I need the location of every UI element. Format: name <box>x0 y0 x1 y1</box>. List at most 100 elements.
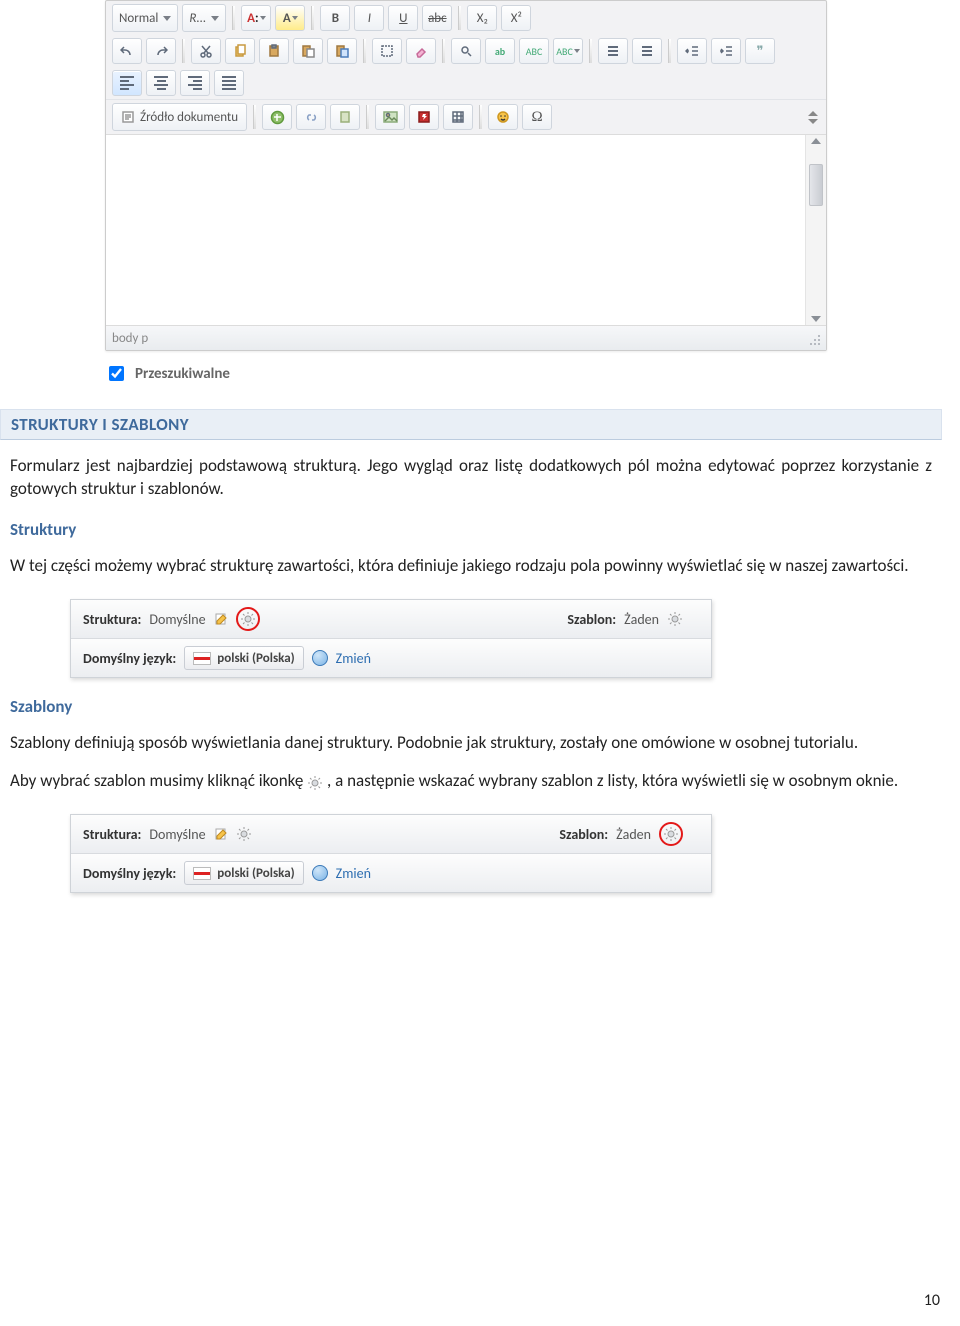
lang-value: polski (Polska) <box>217 651 294 666</box>
subhead-szablony: Szablony <box>10 696 932 717</box>
strike-button[interactable]: abc <box>422 5 452 31</box>
lang-label: Domyślny język: <box>83 650 176 667</box>
szablon-label-2: Szablon: <box>559 826 608 843</box>
paragraph-4: Aby wybrać szablon musimy kliknąć ikonkę… <box>10 769 932 792</box>
page-number: 10 <box>924 1291 940 1310</box>
toolbar-row-3 <box>106 67 826 99</box>
struktura-value-2: Domyślne <box>149 826 205 843</box>
highlight-button[interactable]: A <box>275 5 305 31</box>
panel2-row1: Struktura: Domyślne Szablon: Żaden <box>71 815 711 854</box>
textcolor-button[interactable]: A: <box>241 5 271 31</box>
scroll-down-icon[interactable] <box>811 316 821 322</box>
format-select-label: Normal <box>119 11 158 26</box>
szablon-gear-icon[interactable] <box>667 611 683 627</box>
searchable-checkbox[interactable] <box>109 366 124 381</box>
link-button[interactable] <box>262 104 292 130</box>
change-link-2[interactable]: Zmień <box>336 865 371 882</box>
szablon-label: Szablon: <box>567 611 616 628</box>
status-path: body p <box>112 331 148 346</box>
edit-icon-2[interactable] <box>214 827 228 841</box>
font-select-label: R... <box>189 11 206 26</box>
panel1-row2: Domyślny język: polski (Polska) Zmień <box>71 639 711 677</box>
scrollbar[interactable] <box>805 135 826 325</box>
editor-textarea[interactable] <box>106 134 826 325</box>
unlink-button[interactable] <box>296 104 326 130</box>
flag-pl-icon-2 <box>193 867 211 880</box>
superscript-button[interactable]: X² <box>501 5 531 31</box>
toolbar-row-4: Źródło dokumentu Ω <box>106 99 826 134</box>
underline-button[interactable]: U <box>388 5 418 31</box>
section-heading: STRUKTURY I SZABLONY <box>0 409 942 440</box>
searchable-label: Przeszukiwalne <box>135 365 230 383</box>
find-button[interactable] <box>451 38 481 64</box>
paste-button[interactable] <box>259 38 289 64</box>
italic-button[interactable]: I <box>354 5 384 31</box>
subscript-button[interactable]: X₂ <box>467 5 497 31</box>
replace-button[interactable]: ab <box>485 38 515 64</box>
panel2-row2: Domyślny język: polski (Polska) Zmień <box>71 854 711 892</box>
struktura-gear-icon-2[interactable] <box>236 826 252 842</box>
cut-button[interactable] <box>191 38 221 64</box>
align-right-button[interactable] <box>180 70 210 96</box>
toolbar-row-1: Normal R... A: A B I U abc X₂ X² <box>106 1 826 35</box>
editor-status-bar: body p <box>106 325 826 350</box>
outdent-button[interactable] <box>677 38 707 64</box>
format-select[interactable]: Normal <box>112 4 178 32</box>
structure-panel-2: Struktura: Domyślne Szablon: Żaden Domyś… <box>70 814 712 893</box>
paste-text-button[interactable] <box>293 38 323 64</box>
lang-badge-2[interactable]: polski (Polska) <box>184 861 303 885</box>
subhead-struktury: Struktury <box>10 519 932 540</box>
paragraph-2: W tej części możemy wybrać strukturę zaw… <box>10 554 932 577</box>
struktura-gear-icon[interactable] <box>236 607 260 631</box>
table-button[interactable] <box>443 104 473 130</box>
paragraph-4b: , a następnie wskazać wybrany szablon z … <box>327 770 898 791</box>
scroll-up-icon[interactable] <box>811 138 821 144</box>
struktura-label-2: Struktura: <box>83 826 141 843</box>
expand-up-icon[interactable] <box>808 111 818 116</box>
blockquote-button[interactable]: ❞ <box>745 38 775 64</box>
struktura-value: Domyślne <box>149 611 205 628</box>
szablon-gear-icon-2[interactable] <box>659 822 683 846</box>
resize-handle[interactable] <box>806 331 820 345</box>
paragraph-3: Szablony definiują sposób wyświetlania d… <box>10 731 932 754</box>
ordered-list-button[interactable] <box>598 38 628 64</box>
indent-button[interactable] <box>711 38 741 64</box>
copy-button[interactable] <box>225 38 255 64</box>
redo-button[interactable] <box>146 38 176 64</box>
selectall-button[interactable] <box>372 38 402 64</box>
paragraph-1: Formularz jest najbardziej podstawową st… <box>10 454 932 501</box>
flash-button[interactable] <box>409 104 439 130</box>
struktura-label: Struktura: <box>83 611 141 628</box>
paragraph-4a: Aby wybrać szablon musimy kliknąć ikonkę <box>10 770 307 791</box>
align-left-button[interactable] <box>112 70 142 96</box>
anchor-button[interactable] <box>330 104 360 130</box>
align-center-button[interactable] <box>146 70 176 96</box>
wysiwyg-editor: Normal R... A: A B I U abc X₂ X² <box>105 0 827 351</box>
structure-panel-1: Struktura: Domyślne Szablon: Żaden Domyś… <box>70 599 712 678</box>
toolbar-row-2: ab ABC ABC ❞ <box>106 35 826 67</box>
align-justify-button[interactable] <box>214 70 244 96</box>
lang-value-2: polski (Polska) <box>217 866 294 881</box>
paste-word-button[interactable] <box>327 38 357 64</box>
eraser-button[interactable] <box>406 38 436 64</box>
specialchar-button[interactable]: Ω <box>522 104 552 130</box>
source-button[interactable]: Źródło dokumentu <box>112 103 247 131</box>
spellcheck2-button[interactable]: ABC <box>553 38 583 64</box>
font-select[interactable]: R... <box>182 4 226 32</box>
bold-button[interactable]: B <box>320 5 350 31</box>
scroll-thumb[interactable] <box>809 164 823 206</box>
source-button-label: Źródło dokumentu <box>140 110 238 125</box>
edit-icon[interactable] <box>214 612 228 626</box>
lang-badge[interactable]: polski (Polska) <box>184 646 303 670</box>
image-button[interactable] <box>375 104 405 130</box>
undo-button[interactable] <box>112 38 142 64</box>
inline-gear-icon <box>307 774 323 790</box>
smiley-button[interactable] <box>488 104 518 130</box>
unordered-list-button[interactable] <box>632 38 662 64</box>
expand-down-icon[interactable] <box>808 119 818 124</box>
change-link[interactable]: Zmień <box>336 650 371 667</box>
spellcheck-button[interactable]: ABC <box>519 38 549 64</box>
flag-pl-icon <box>193 652 211 665</box>
searchable-row: Przeszukiwalne <box>105 363 942 384</box>
szablon-value-2: Żaden <box>616 826 651 843</box>
